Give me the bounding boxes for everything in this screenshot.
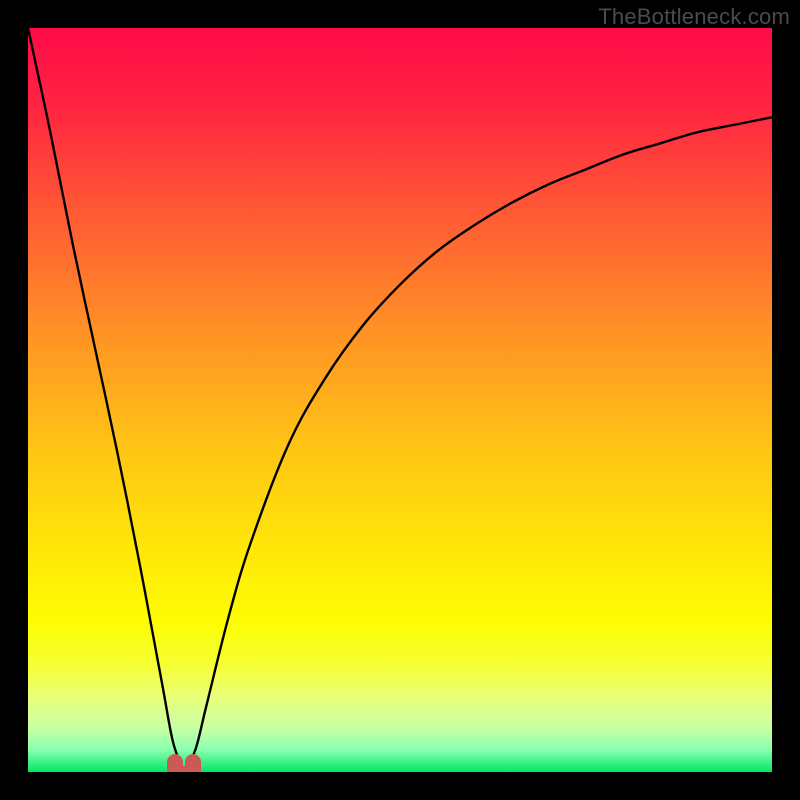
- minimum-marker: [167, 748, 201, 772]
- chart-frame: TheBottleneck.com: [0, 0, 800, 800]
- bottleneck-curve: [28, 28, 772, 772]
- watermark-text: TheBottleneck.com: [598, 4, 790, 30]
- marker-bridge: [173, 766, 195, 772]
- plot-area: [28, 28, 772, 772]
